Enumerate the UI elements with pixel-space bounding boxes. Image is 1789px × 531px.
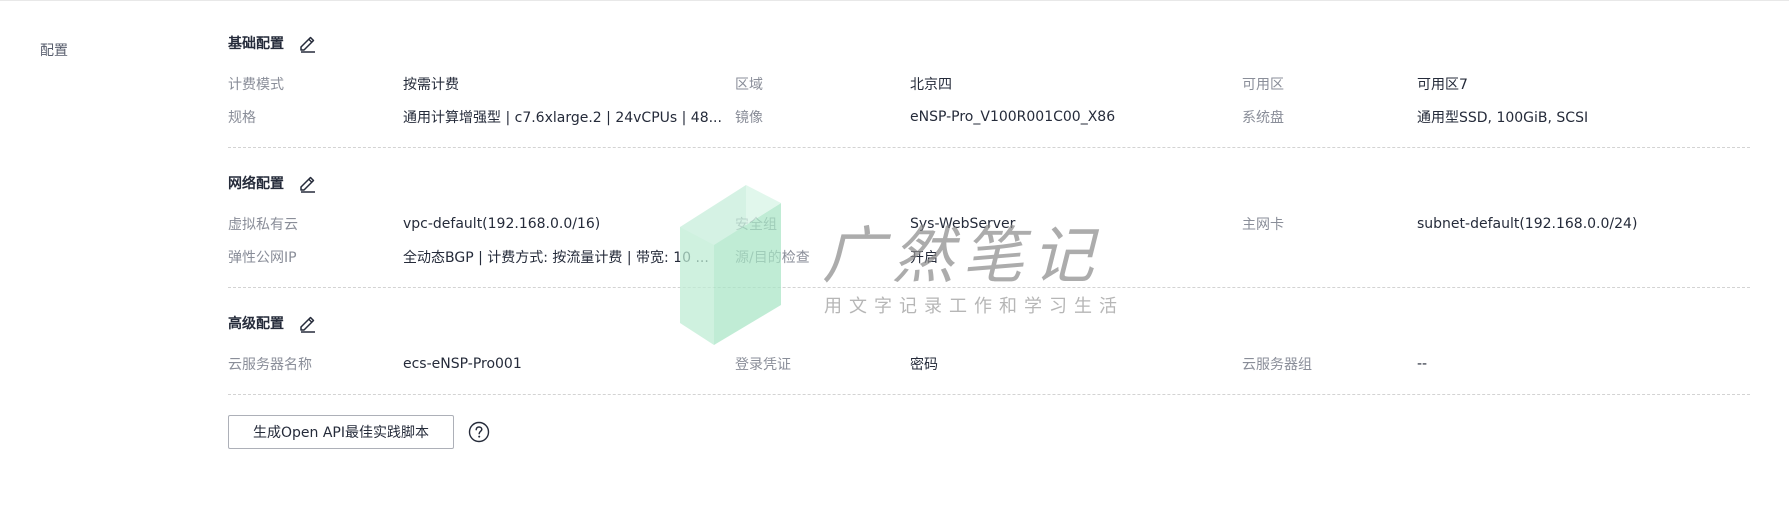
field-label: 区域 bbox=[735, 76, 763, 93]
field-label: 源/目的检查 bbox=[735, 249, 810, 266]
edit-icon[interactable] bbox=[298, 173, 318, 193]
network-config-section: 网络配置 虚拟私有云 vpc-default(192.168.0.0/16) 安… bbox=[228, 168, 1750, 288]
field-label: 系统盘 bbox=[1242, 109, 1284, 126]
field-value: 通用计算增强型 | c7.6xlarge.2 | 24vCPUs | 48... bbox=[403, 109, 722, 126]
top-divider bbox=[0, 0, 1789, 1]
field-value: 通用型SSD, 100GiB, SCSI bbox=[1417, 109, 1589, 126]
field-label: 弹性公网IP bbox=[228, 249, 297, 266]
field-value: Sys-WebServer bbox=[910, 215, 1016, 232]
field-label: 虚拟私有云 bbox=[228, 216, 298, 233]
field-value: vpc-default(192.168.0.0/16) bbox=[403, 215, 601, 232]
field-label: 登录凭证 bbox=[735, 356, 791, 373]
field-value: 全动态BGP | 计费方式: 按流量计费 | 带宽: 10 ... bbox=[403, 249, 709, 266]
section-title: 高级配置 bbox=[228, 316, 284, 332]
field-value: -- bbox=[1417, 355, 1428, 372]
config-row: 云服务器名称 ecs-eNSP-Pro001 登录凭证 密码 云服务器组 -- bbox=[228, 347, 1750, 380]
edit-icon[interactable] bbox=[298, 33, 318, 53]
field-label: 可用区 bbox=[1242, 76, 1284, 93]
section-header: 高级配置 bbox=[228, 308, 1750, 338]
field-label: 主网卡 bbox=[1242, 216, 1284, 233]
config-row: 虚拟私有云 vpc-default(192.168.0.0/16) 安全组 Sy… bbox=[228, 207, 1750, 240]
config-row: 规格 通用计算增强型 | c7.6xlarge.2 | 24vCPUs | 48… bbox=[228, 100, 1750, 133]
field-value: eNSP-Pro_V100R001C00_X86 bbox=[910, 108, 1116, 125]
section-divider bbox=[228, 287, 1750, 288]
field-value: subnet-default(192.168.0.0/24) bbox=[1417, 215, 1638, 232]
generate-openapi-script-button[interactable]: 生成Open API最佳实践脚本 bbox=[228, 415, 454, 449]
edit-icon[interactable] bbox=[298, 313, 318, 333]
field-label: 云服务器名称 bbox=[228, 356, 312, 373]
section-divider bbox=[228, 147, 1750, 148]
config-row: 计费模式 按需计费 区域 北京四 可用区 可用区7 bbox=[228, 67, 1750, 100]
field-label: 云服务器组 bbox=[1242, 356, 1312, 373]
config-content: 基础配置 计费模式 按需计费 区域 北京四 可用区 可用区7 规格 通用计算增强… bbox=[228, 28, 1750, 449]
field-value: 北京四 bbox=[910, 76, 952, 93]
section-divider bbox=[228, 394, 1750, 395]
config-row: 弹性公网IP 全动态BGP | 计费方式: 按流量计费 | 带宽: 10 ...… bbox=[228, 240, 1750, 273]
field-label: 计费模式 bbox=[228, 76, 284, 93]
advanced-config-section: 高级配置 云服务器名称 ecs-eNSP-Pro001 登录凭证 密码 云服务器… bbox=[228, 308, 1750, 395]
field-value: 可用区7 bbox=[1417, 76, 1468, 93]
field-value: ecs-eNSP-Pro001 bbox=[403, 355, 522, 372]
page-label: 配置 bbox=[40, 43, 68, 59]
section-title: 网络配置 bbox=[228, 176, 284, 192]
section-header: 基础配置 bbox=[228, 28, 1750, 58]
section-title: 基础配置 bbox=[228, 36, 284, 52]
field-value: 密码 bbox=[910, 356, 938, 373]
field-value: 开启 bbox=[910, 249, 938, 266]
field-label: 规格 bbox=[228, 109, 256, 126]
api-actions: 生成Open API最佳实践脚本 bbox=[228, 415, 1750, 449]
basic-config-section: 基础配置 计费模式 按需计费 区域 北京四 可用区 可用区7 规格 通用计算增强… bbox=[228, 28, 1750, 148]
field-label: 安全组 bbox=[735, 216, 777, 233]
field-value: 按需计费 bbox=[403, 76, 459, 93]
field-label: 镜像 bbox=[735, 109, 763, 126]
section-header: 网络配置 bbox=[228, 168, 1750, 198]
help-icon[interactable] bbox=[468, 421, 490, 443]
